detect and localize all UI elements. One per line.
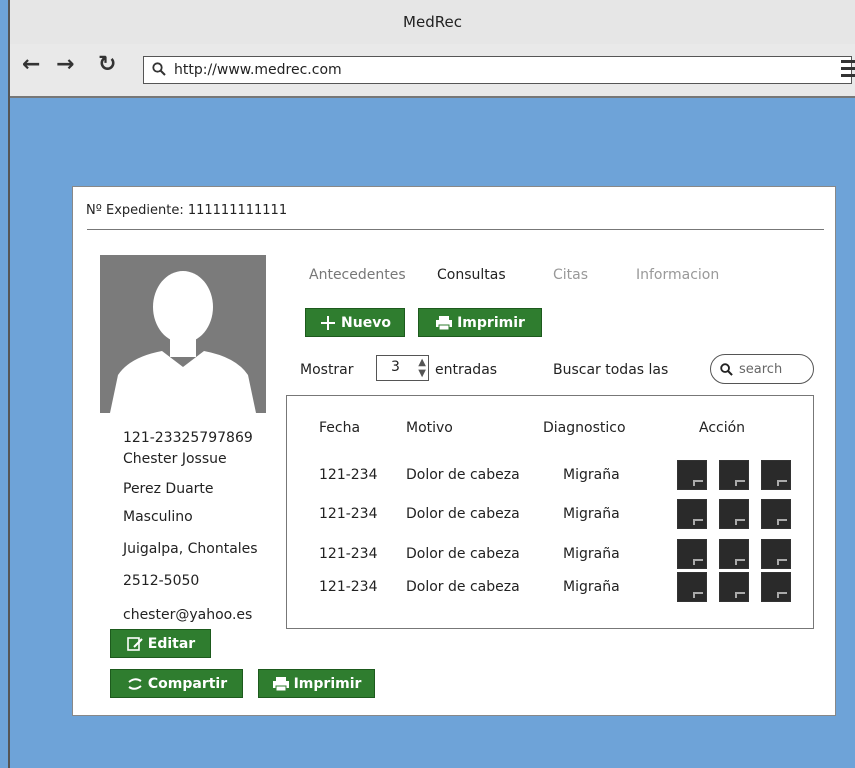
entries-value: 3 xyxy=(391,359,400,375)
patient-location: Juigalpa, Chontales xyxy=(123,541,258,557)
patient-phone: 2512-5050 xyxy=(123,573,200,589)
tab-citas[interactable]: Citas xyxy=(553,267,588,283)
header-accion: Acción xyxy=(699,420,746,436)
action-dropdown-button[interactable] xyxy=(719,460,749,490)
record-number: Nº Expediente: 111111111111 xyxy=(86,203,288,218)
entries-stepper[interactable]: 3 ▲ ▼ xyxy=(376,355,429,381)
print-table-button[interactable]: Imprimir xyxy=(418,308,542,337)
url-text: http://www.medrec.com xyxy=(174,62,342,78)
search-label: Buscar todas las xyxy=(553,362,669,378)
action-dropdown-button[interactable] xyxy=(677,499,707,529)
edit-button[interactable]: Editar xyxy=(110,629,211,658)
cell-motivo: Dolor de cabeza xyxy=(406,546,520,562)
cell-diagnostico: Migraña xyxy=(563,546,620,562)
print-patient-button-label: Imprimir xyxy=(293,675,362,692)
cell-fecha: 121-234 xyxy=(319,546,378,562)
search-icon xyxy=(152,62,166,76)
action-dropdown-button[interactable] xyxy=(719,539,749,569)
show-label: Mostrar xyxy=(300,362,354,378)
browser-window: MedRec ← → ↻ http://www.medrec.com Nº Ex… xyxy=(8,0,855,768)
search-icon xyxy=(720,363,733,376)
browser-toolbar: ← → ↻ http://www.medrec.com xyxy=(10,44,855,98)
cell-diagnostico: Migraña xyxy=(563,579,620,595)
print-patient-button[interactable]: Imprimir xyxy=(258,669,375,698)
reload-icon[interactable]: ↻ xyxy=(98,52,116,77)
tab-informacion[interactable]: Informacion xyxy=(636,267,719,283)
edit-button-label: Editar xyxy=(147,635,196,652)
action-dropdown-button[interactable] xyxy=(677,539,707,569)
patient-card: Nº Expediente: 111111111111 121-23325797… xyxy=(72,186,836,716)
action-dropdown-button[interactable] xyxy=(719,499,749,529)
cell-diagnostico: Migraña xyxy=(563,506,620,522)
header-diagnostico: Diagnostico xyxy=(543,420,626,436)
action-dropdown-button[interactable] xyxy=(761,460,791,490)
cell-fecha: 121-234 xyxy=(319,506,378,522)
address-bar[interactable]: http://www.medrec.com xyxy=(143,56,852,84)
search-input[interactable]: search xyxy=(710,354,814,384)
table-row: 121-234 Dolor de cabeza Migraña xyxy=(287,572,813,602)
patient-last-name: Perez Duarte xyxy=(123,481,214,497)
patient-first-name: Chester Jossue xyxy=(123,451,227,467)
patient-gender: Masculino xyxy=(123,509,193,525)
action-dropdown-button[interactable] xyxy=(761,539,791,569)
forward-icon[interactable]: → xyxy=(56,52,74,77)
patient-id: 121-23325797869 xyxy=(123,430,253,446)
action-dropdown-button[interactable] xyxy=(677,572,707,602)
new-button-label: Nuevo xyxy=(341,314,391,331)
stepper-arrows-icon[interactable]: ▲ ▼ xyxy=(418,357,426,379)
share-button-label: Compartir xyxy=(147,675,228,692)
cell-motivo: Dolor de cabeza xyxy=(406,506,520,522)
patient-email: chester@yahoo.es xyxy=(123,607,253,623)
search-placeholder: search xyxy=(739,362,783,377)
person-silhouette-icon xyxy=(110,271,256,413)
menu-icon[interactable] xyxy=(841,60,855,81)
new-button[interactable]: Nuevo xyxy=(305,308,405,337)
cell-motivo: Dolor de cabeza xyxy=(406,467,520,483)
consultations-table: Fecha Motivo Diagnostico Acción 121-234 … xyxy=(286,395,814,629)
printer-icon xyxy=(436,315,453,330)
printer-icon xyxy=(272,676,289,691)
table-row: 121-234 Dolor de cabeza Migraña xyxy=(287,499,813,529)
divider xyxy=(87,229,824,230)
plus-icon xyxy=(321,315,336,330)
window-title: MedRec xyxy=(10,0,855,45)
share-icon xyxy=(128,677,142,690)
header-motivo: Motivo xyxy=(406,420,453,436)
back-icon[interactable]: ← xyxy=(22,52,40,77)
edit-icon xyxy=(126,636,143,651)
avatar xyxy=(100,255,266,413)
share-button[interactable]: Compartir xyxy=(110,669,243,698)
entries-label: entradas xyxy=(435,362,498,378)
cell-diagnostico: Migraña xyxy=(563,467,620,483)
header-fecha: Fecha xyxy=(319,420,361,436)
action-dropdown-button[interactable] xyxy=(719,572,749,602)
cell-fecha: 121-234 xyxy=(319,579,378,595)
tab-antecedentes[interactable]: Antecedentes xyxy=(309,267,406,283)
action-dropdown-button[interactable] xyxy=(761,572,791,602)
cell-fecha: 121-234 xyxy=(319,467,378,483)
cell-motivo: Dolor de cabeza xyxy=(406,579,520,595)
table-row: 121-234 Dolor de cabeza Migraña xyxy=(287,460,813,490)
action-dropdown-button[interactable] xyxy=(677,460,707,490)
table-row: 121-234 Dolor de cabeza Migraña xyxy=(287,539,813,569)
tab-consultas[interactable]: Consultas xyxy=(437,267,506,283)
action-dropdown-button[interactable] xyxy=(761,499,791,529)
print-table-button-label: Imprimir xyxy=(457,314,525,331)
